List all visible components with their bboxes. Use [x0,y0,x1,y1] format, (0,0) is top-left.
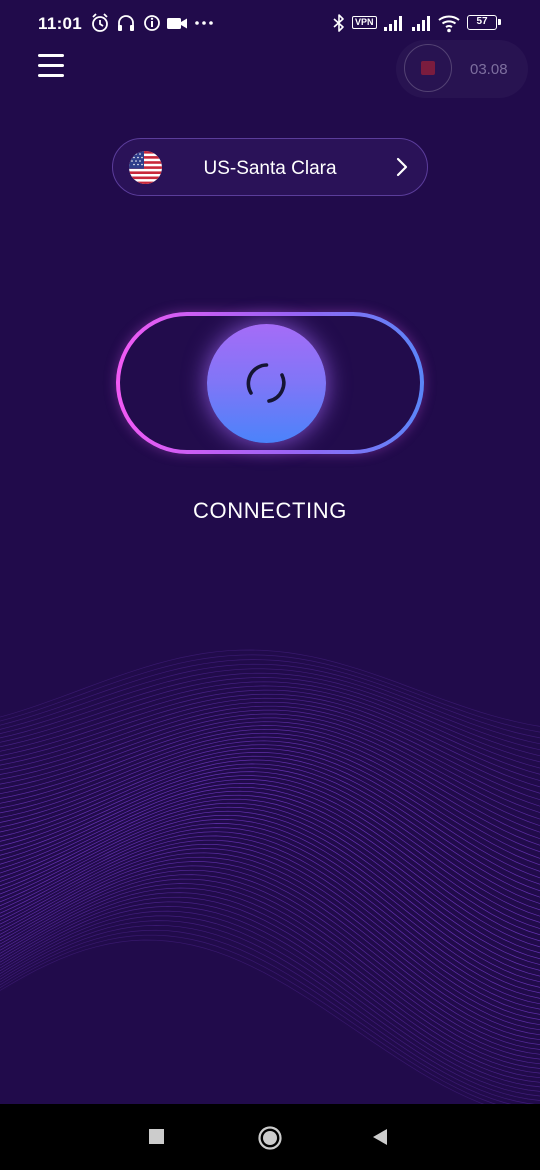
wave-line [0,892,540,1074]
server-selector[interactable]: US-Santa Clara [112,138,428,196]
alarm-icon [92,13,108,32]
vpn-badge: VPN [352,16,377,29]
status-time: 11:01 [38,14,83,33]
hamburger-menu-icon[interactable] [38,54,66,82]
wave-line [0,697,540,794]
bluetooth-icon [333,14,344,32]
wave-line [0,852,540,1031]
wave-line [0,887,540,1069]
wave-line [0,934,497,1104]
signal-icon [384,16,402,31]
home-circle-icon[interactable] [257,1125,283,1151]
connection-status: CONNECTING [193,498,347,523]
chevron-right-icon [396,157,408,177]
wave-line [0,748,540,879]
server-name: US-Santa Clara [203,158,337,179]
back-triangle-icon[interactable] [371,1128,389,1146]
wave-line [0,705,540,807]
wave-line [0,883,540,1065]
recording-time: 03.08 [470,61,508,78]
stop-icon [421,61,435,75]
signal-icon [412,16,430,31]
headphones-icon [118,15,134,31]
battery-indicator: 57 [467,15,501,30]
wave-line [0,767,540,911]
wave-line [0,728,540,846]
info-icon [144,15,160,31]
wave-line [0,869,540,1050]
record-stop-button[interactable] [404,44,452,92]
recents-square-icon[interactable] [148,1128,166,1146]
wave-pattern [0,649,540,1104]
wave-line [0,915,540,1097]
video-camera-icon [167,18,187,29]
navigation-bar [0,1104,540,1170]
wifi-icon [438,15,460,33]
wave-line [0,654,540,733]
wave-line [0,732,540,853]
loading-spinner-icon [246,363,286,403]
wave-line [0,896,540,1079]
more-dots-icon [195,21,213,25]
wave-line [0,939,485,1104]
wave-line [0,649,540,727]
connect-button[interactable] [207,324,326,443]
screen-recorder-widget[interactable]: 03.08 [396,40,528,98]
wave-line [0,663,540,745]
wave-line [0,659,540,739]
wave-line [0,865,540,1045]
